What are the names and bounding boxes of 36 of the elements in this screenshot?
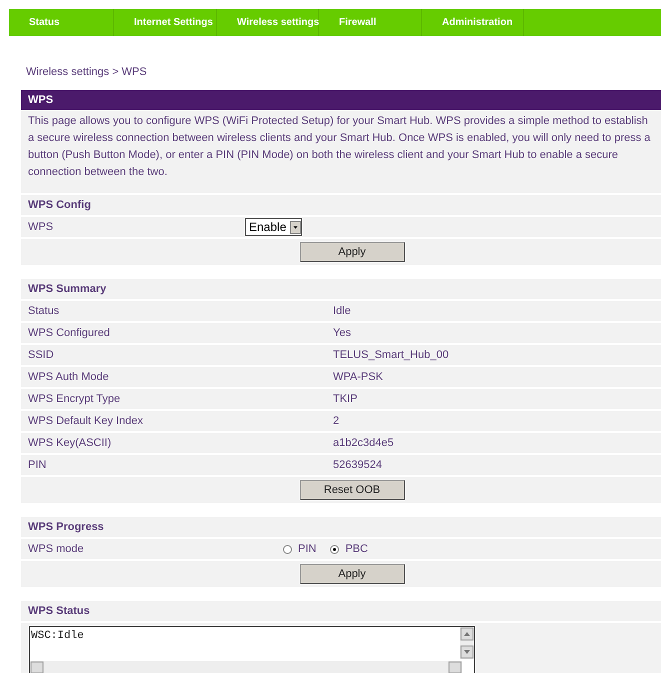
- row-value: Idle: [333, 305, 351, 317]
- row-label: WPS Auth Mode: [27, 371, 110, 383]
- apply-button[interactable]: Apply: [300, 564, 404, 584]
- horizontal-scrollbar[interactable]: [30, 661, 462, 673]
- row-value: WPA-PSK: [333, 371, 383, 383]
- row-value: 2: [333, 415, 340, 427]
- row-value: 52639524: [333, 459, 382, 471]
- page-title: WPS: [21, 90, 661, 110]
- row-value: a1b2c3d4e5: [333, 437, 394, 449]
- row-label: SSID: [27, 349, 55, 361]
- section-title: WPS Summary: [21, 279, 661, 301]
- radio-button[interactable]: [283, 544, 292, 554]
- radio-button[interactable]: [330, 544, 340, 554]
- field-label: WPS: [27, 221, 54, 233]
- description: This page allows you to configure WPS (WiFi Protected Setup) for your Smart Hub. WPS provides a simple method to establish a secure wireless connection between wireless clients and your Smart Hub. Once WPS is enabled, you will only need to press a button (Push Button Mode), or enter a PIN (PIN Mode) on both the wireless client and your Smart Hub to enable a secure connection between the two.: [21, 110, 661, 193]
- field-label: WPS mode: [27, 543, 85, 555]
- row-value: TKIP: [333, 393, 358, 405]
- wps-select[interactable]: Enable: [245, 218, 302, 236]
- row-label: WPS Configured: [27, 327, 111, 339]
- vertical-scrollbar[interactable]: [460, 627, 474, 659]
- row-label: PIN: [27, 459, 48, 471]
- reset-button[interactable]: Reset OOB: [300, 480, 404, 500]
- apply-button[interactable]: Apply: [300, 242, 404, 262]
- radio-label: PBC: [345, 543, 368, 555]
- row-label: WPS Key(ASCII): [27, 437, 112, 449]
- row-label: WPS Encrypt Type: [27, 393, 122, 405]
- row-label: WPS Default Key Index: [27, 415, 144, 427]
- status-log[interactable]: WSC:Idle: [29, 626, 475, 673]
- row-value: TELUS_Smart_Hub_00: [333, 349, 449, 361]
- radio-label: PIN: [298, 543, 316, 555]
- row-label: Status: [27, 305, 60, 317]
- section-title: WPS Progress: [21, 517, 661, 539]
- section-title: WPS Status: [21, 601, 661, 623]
- breadcrumb: Wireless settings > WPS: [26, 66, 148, 80]
- section-title: WPS Config: [21, 195, 661, 217]
- row-value: Yes: [333, 327, 351, 339]
